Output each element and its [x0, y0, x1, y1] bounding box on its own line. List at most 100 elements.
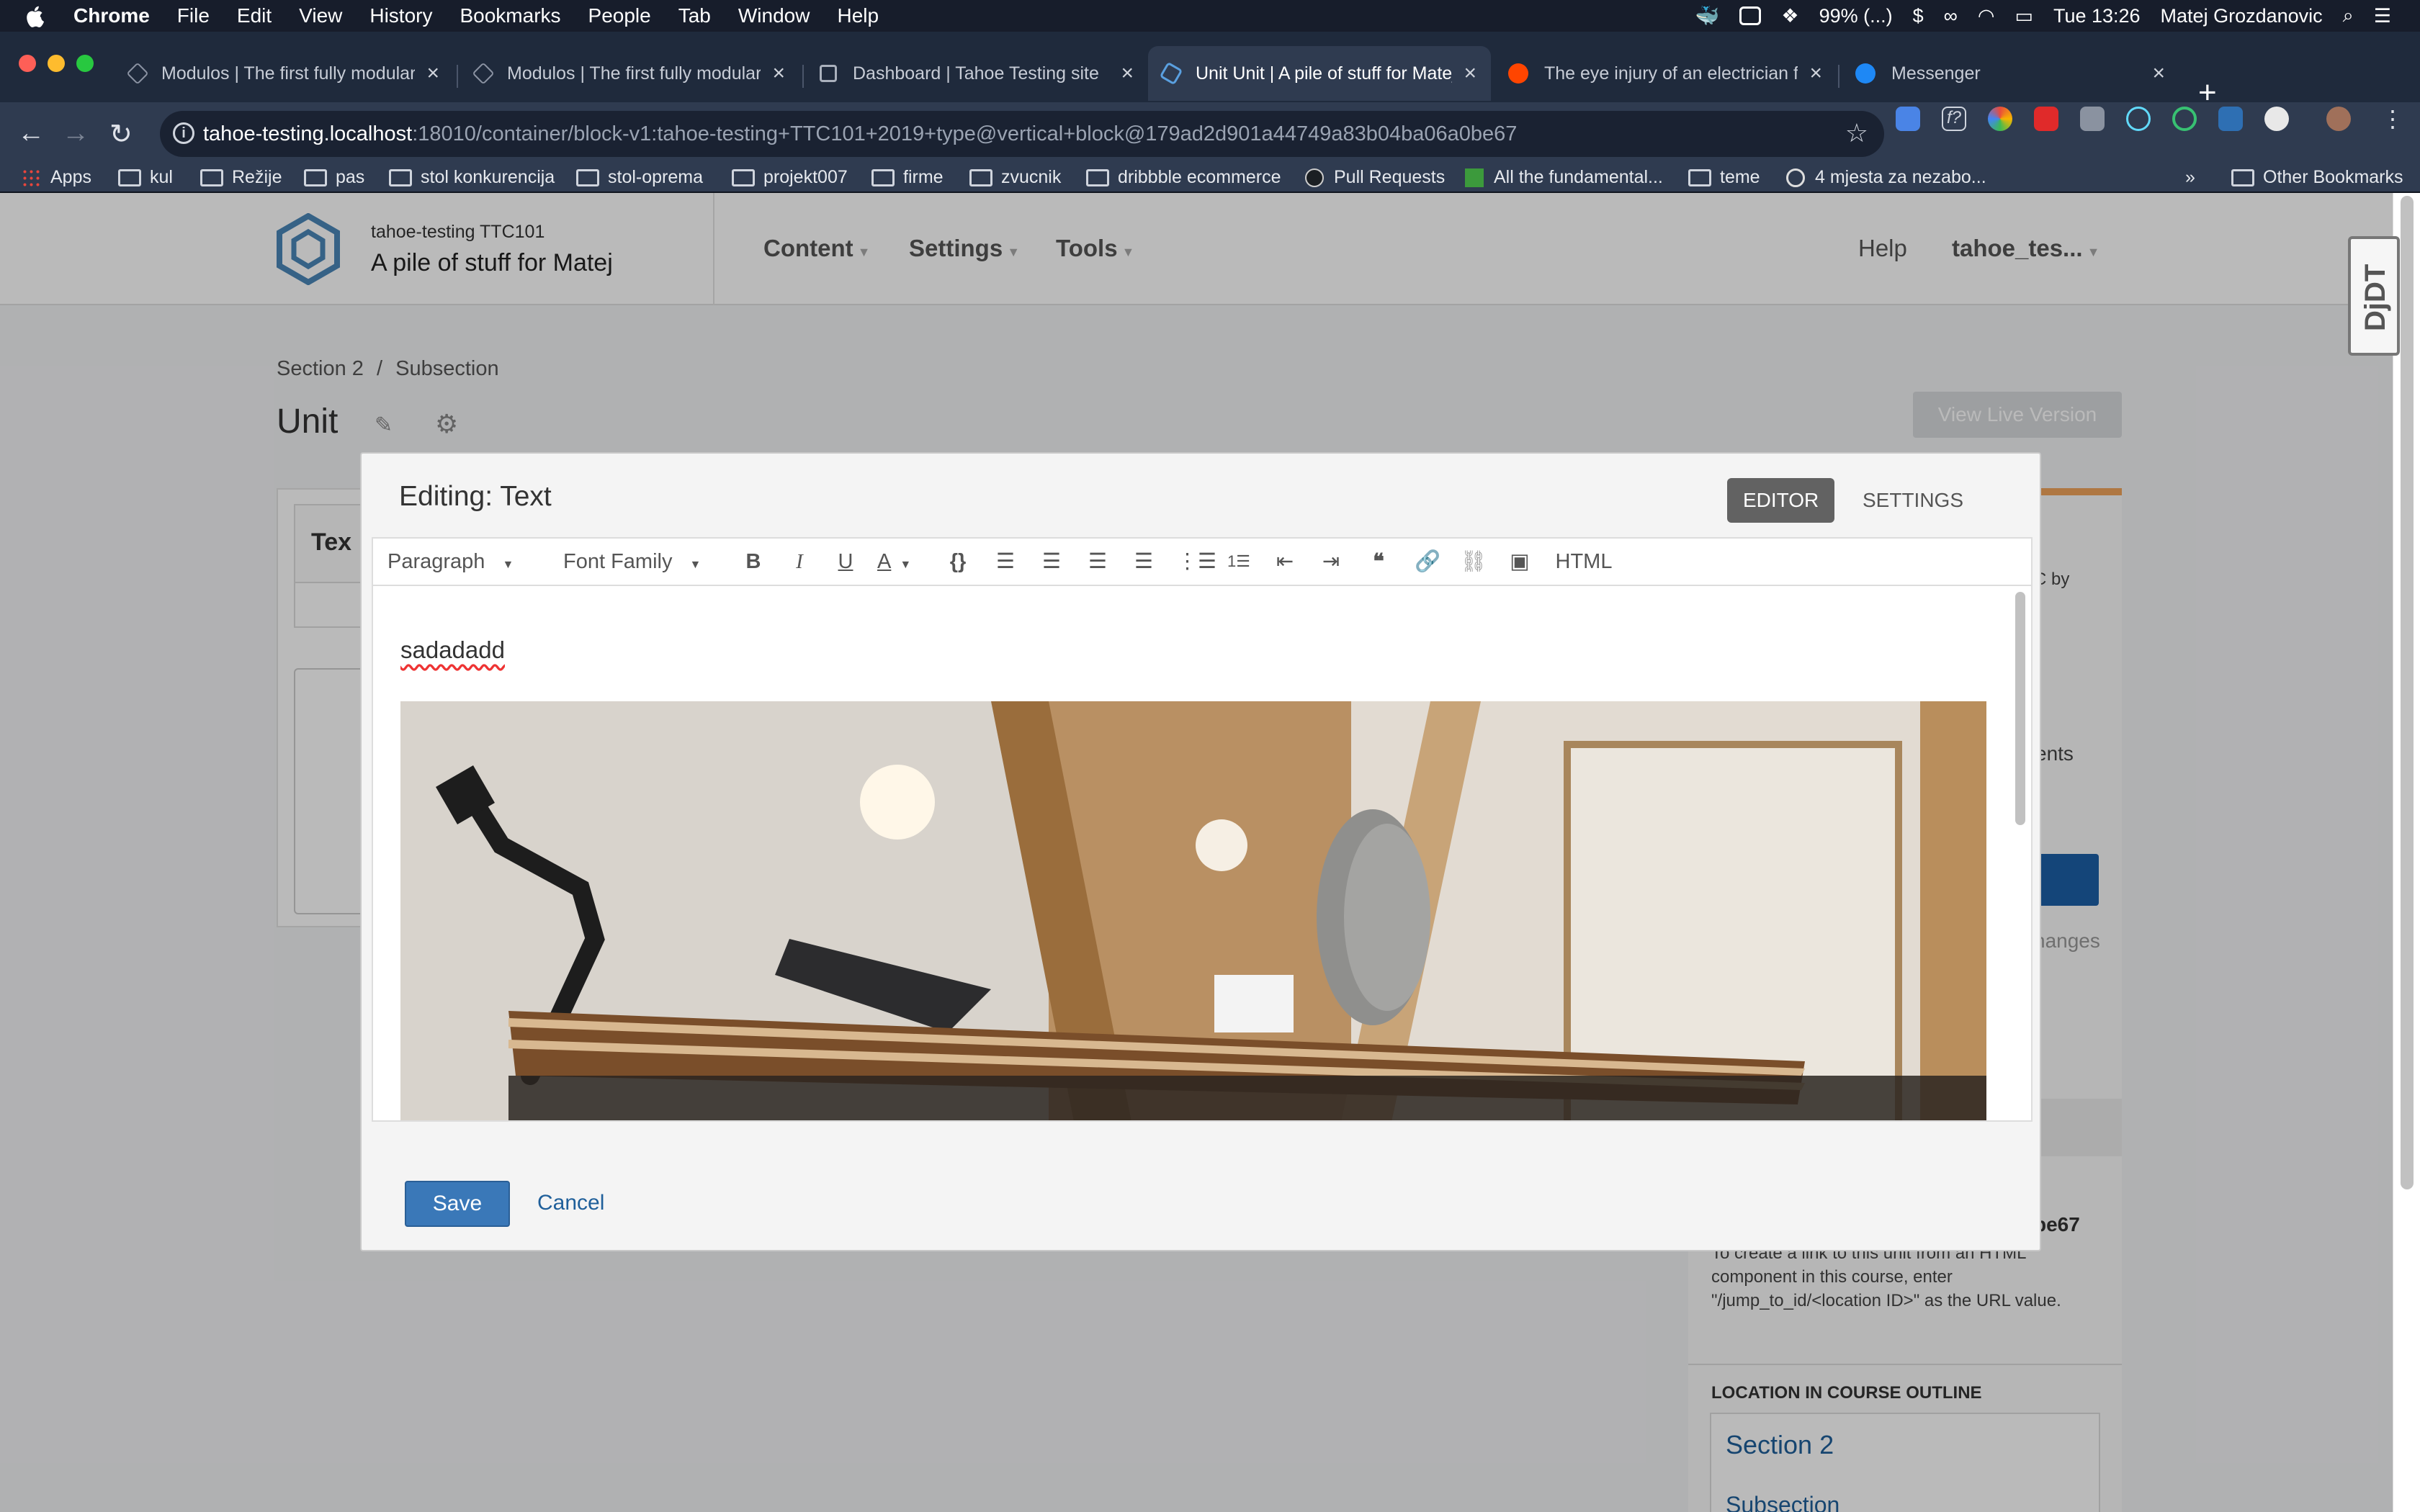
editor-scrollbar[interactable]: [2015, 592, 2025, 825]
bold-icon[interactable]: B: [739, 539, 768, 585]
address-bar[interactable]: i tahoe-testing.localhost:18010/containe…: [160, 111, 1884, 157]
indent-icon[interactable]: ⇥: [1315, 539, 1347, 585]
function-extension-icon[interactable]: f?: [1942, 107, 1966, 131]
profile-avatar[interactable]: [2326, 107, 2351, 131]
reload-button[interactable]: ↻: [109, 118, 133, 150]
notification-center-icon[interactable]: ☰: [2374, 5, 2391, 27]
align-center-icon[interactable]: ☰: [1036, 539, 1067, 585]
code-icon[interactable]: {}: [942, 539, 974, 585]
page-scrollbar[interactable]: [2393, 193, 2420, 1512]
menu-bookmarks[interactable]: Bookmarks: [460, 4, 560, 27]
scrollbar-thumb[interactable]: [2401, 196, 2414, 1189]
docker-icon[interactable]: 🐳: [1695, 4, 1720, 27]
bookmark-folder[interactable]: kul: [118, 167, 173, 188]
numbered-list-icon[interactable]: 1☰: [1223, 539, 1255, 585]
bullet-list-icon[interactable]: ⋮☰: [1177, 539, 1216, 585]
menu-view[interactable]: View: [299, 4, 342, 27]
cancel-button[interactable]: Cancel: [537, 1191, 604, 1215]
tab-settings[interactable]: SETTINGS: [1847, 478, 1979, 523]
editor-content-area[interactable]: sadadadd: [372, 586, 2033, 1122]
text-color-icon[interactable]: A ▼: [877, 539, 923, 585]
bookmark-folder[interactable]: projekt007: [732, 167, 848, 188]
menu-file[interactable]: File: [177, 4, 210, 27]
dropbox-icon[interactable]: ❖: [1781, 5, 1798, 27]
react-devtools-icon[interactable]: [2126, 107, 2151, 131]
office-desk-photo[interactable]: [400, 701, 1986, 1120]
shield-extension-icon[interactable]: [2218, 107, 2243, 131]
glasses-icon[interactable]: ∞: [1944, 5, 1958, 27]
forward-button[interactable]: →: [62, 118, 89, 149]
bookmark-folder[interactable]: stol konkurencija: [389, 167, 555, 188]
close-tab-icon[interactable]: ×: [1121, 61, 1134, 86]
wifi-icon[interactable]: ◠: [1978, 5, 1995, 27]
bookmark-pull-requests[interactable]: Pull Requests: [1305, 167, 1445, 188]
bookmark-folder[interactable]: Režije: [200, 167, 282, 188]
bookmark-folder[interactable]: stol-oprema: [576, 167, 703, 188]
chrome-menu-icon[interactable]: ⋮: [2381, 105, 2404, 132]
back-button[interactable]: ←: [17, 118, 45, 149]
close-tab-icon[interactable]: ×: [1464, 61, 1476, 86]
bookmark-star-icon[interactable]: ☆: [1845, 118, 1868, 148]
minimize-window-button[interactable]: [48, 55, 65, 72]
tab-reddit[interactable]: The eye injury of an electrician for ×: [1494, 46, 1837, 101]
green-extension-icon[interactable]: [2172, 107, 2197, 131]
image-icon[interactable]: ▣: [1504, 539, 1536, 585]
zoom-window-button[interactable]: [76, 55, 94, 72]
activity-monitor-icon[interactable]: [1739, 6, 1762, 25]
close-window-button[interactable]: [19, 55, 36, 72]
close-tab-icon[interactable]: ×: [1809, 61, 1822, 86]
close-tab-icon[interactable]: ×: [772, 61, 785, 86]
outdent-icon[interactable]: ⇤: [1269, 539, 1301, 585]
editor-text[interactable]: sadadadd: [400, 636, 505, 664]
font-family-select[interactable]: Font Family ▼: [563, 539, 720, 585]
white-extension-icon[interactable]: [2264, 107, 2289, 131]
align-left-icon[interactable]: ☰: [990, 539, 1021, 585]
menu-app-name[interactable]: Chrome: [73, 4, 150, 27]
spotlight-search-icon[interactable]: ⌕: [2343, 4, 2354, 27]
close-tab-icon[interactable]: ×: [2152, 61, 2165, 86]
menu-window[interactable]: Window: [738, 4, 810, 27]
tab-messenger[interactable]: Messenger ×: [1841, 46, 2179, 101]
bookmarks-overflow-button[interactable]: »: [2185, 167, 2195, 188]
blockquote-icon[interactable]: ❝: [1363, 539, 1394, 585]
tab-modulos-1[interactable]: Modulos | The first fully modular ×: [115, 46, 454, 101]
apple-icon[interactable]: [26, 4, 46, 27]
other-bookmarks[interactable]: Other Bookmarks: [2231, 167, 2403, 188]
clock[interactable]: Tue 13:26: [2053, 5, 2141, 27]
unlink-icon[interactable]: ⛓: [1458, 539, 1489, 585]
bookmark-folder[interactable]: firme: [871, 167, 944, 188]
align-justify-icon[interactable]: ☰: [1128, 539, 1160, 585]
bookmark-apps[interactable]: Apps: [22, 167, 91, 188]
align-right-icon[interactable]: ☰: [1082, 539, 1113, 585]
tab-editor[interactable]: EDITOR: [1727, 478, 1835, 523]
menu-tab[interactable]: Tab: [678, 4, 711, 27]
tab-unit-active[interactable]: Unit Unit | A pile of stuff for Matej ×: [1148, 46, 1491, 101]
close-tab-icon[interactable]: ×: [426, 61, 439, 86]
battery-icon[interactable]: ▭: [2015, 5, 2033, 27]
bookmark-folder[interactable]: pas: [304, 167, 364, 188]
underline-icon[interactable]: U: [831, 539, 860, 585]
bookmark-folder[interactable]: dribbble ecommerce: [1086, 167, 1281, 188]
info-icon[interactable]: i: [173, 122, 194, 144]
battery-percent[interactable]: 99% (...): [1819, 5, 1893, 27]
color-extension-icon[interactable]: [1988, 107, 2012, 131]
bookmark-fundamentals[interactable]: All the fundamental...: [1465, 167, 1663, 188]
bookmark-folder[interactable]: teme: [1688, 167, 1760, 188]
menu-people[interactable]: People: [588, 4, 651, 27]
user-name[interactable]: Matej Grozdanovic: [2161, 5, 2323, 27]
format-select[interactable]: Paragraph ▼: [387, 539, 544, 585]
save-button[interactable]: Save: [405, 1181, 510, 1227]
camera-extension-icon[interactable]: [2080, 107, 2105, 131]
dollar-icon[interactable]: $: [1913, 5, 1924, 27]
menu-history[interactable]: History: [369, 4, 432, 27]
bookmark-4-mjesta[interactable]: 4 mjesta za nezabo...: [1786, 167, 1986, 188]
link-icon[interactable]: 🔗: [1412, 539, 1443, 585]
translate-extension-icon[interactable]: [1896, 107, 1920, 131]
red-extension-icon[interactable]: [2034, 107, 2058, 131]
menu-edit[interactable]: Edit: [237, 4, 272, 27]
italic-icon[interactable]: I: [785, 539, 814, 585]
menu-help[interactable]: Help: [837, 4, 879, 27]
html-button[interactable]: HTML: [1551, 539, 1616, 585]
tab-modulos-2[interactable]: Modulos | The first fully modular ×: [461, 46, 799, 101]
tab-dashboard[interactable]: Dashboard | Tahoe Testing site ×: [805, 46, 1148, 101]
